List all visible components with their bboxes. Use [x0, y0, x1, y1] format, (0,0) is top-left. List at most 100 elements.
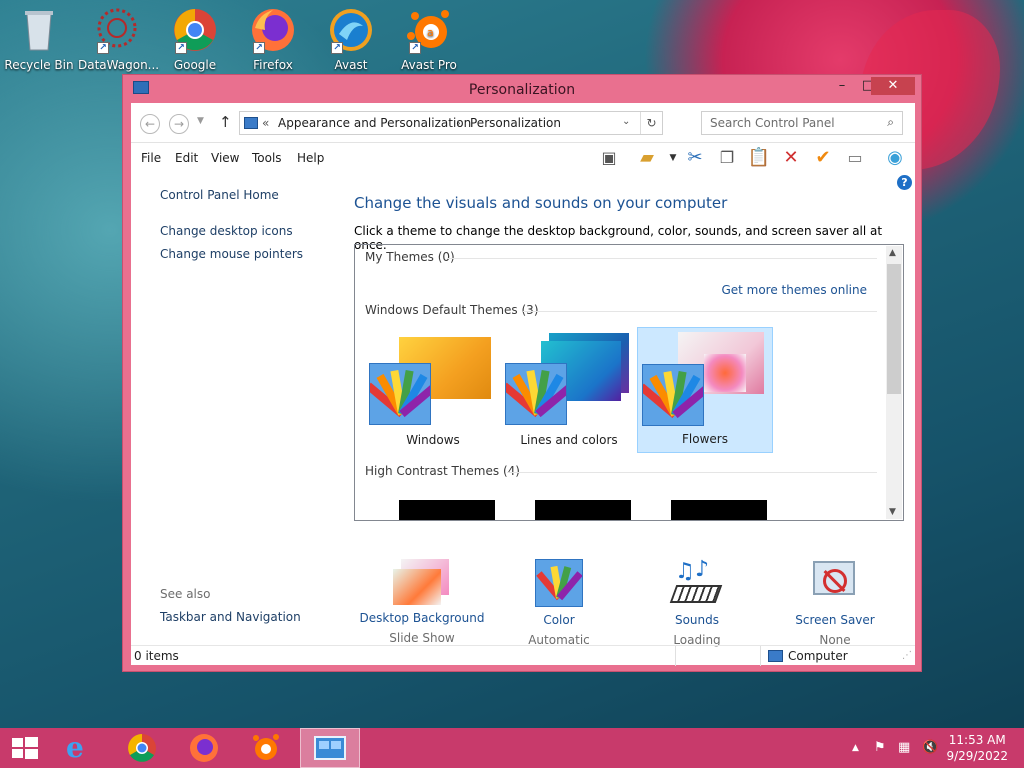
- theme-flowers[interactable]: Flowers: [637, 327, 773, 453]
- show-hidden-icons[interactable]: ▲: [852, 743, 859, 753]
- shortcut-arrow-icon: ↗: [97, 42, 109, 54]
- theme-caption: Windows: [406, 433, 460, 447]
- taskbar-navigation-link[interactable]: Taskbar and Navigation: [160, 610, 301, 624]
- high-contrast-header[interactable]: High Contrast Themes (4): [365, 464, 520, 478]
- resize-grip-icon[interactable]: ⋰: [902, 650, 912, 661]
- screen-saver-icon: [811, 559, 859, 607]
- firefox-icon: [190, 734, 218, 762]
- address-dropdown-icon[interactable]: ⌄: [622, 116, 630, 127]
- theme-lines-and-colors[interactable]: Lines and colors: [501, 327, 637, 453]
- clock-time: 11:53 AM: [948, 733, 1006, 747]
- address-bar[interactable]: « Appearance and Personalization › Perso…: [239, 111, 663, 135]
- breadcrumb-separator[interactable]: ›: [456, 116, 461, 130]
- title-bar[interactable]: Personalization – □ ✕: [123, 75, 921, 103]
- taskbar-avast[interactable]: [236, 728, 296, 768]
- shortcut-arrow-icon: ↗: [175, 42, 187, 54]
- desktop-icon-google[interactable]: ↗ Google: [156, 4, 234, 72]
- refresh-icon[interactable]: ↻: [640, 112, 662, 134]
- up-button[interactable]: ↑: [219, 113, 232, 131]
- scroll-thumb[interactable]: [887, 264, 901, 394]
- color-palette-icon: [535, 559, 583, 607]
- themes-scrollbar[interactable]: ▲ ▼: [886, 246, 902, 519]
- shortcut-arrow-icon: ↗: [253, 42, 265, 54]
- folder-options-dropdown-icon[interactable]: ▼: [661, 146, 685, 170]
- default-themes-header[interactable]: Windows Default Themes (3): [365, 303, 539, 317]
- menu-file[interactable]: File: [141, 151, 161, 165]
- search-icon[interactable]: ⌕: [887, 115, 894, 130]
- taskbar: e ▲ ⚑ ▦ 🔇 11:53 AM 9/29/2022: [0, 728, 1024, 768]
- taskbar-chrome[interactable]: [112, 728, 172, 768]
- breadcrumb-chevrons[interactable]: «: [262, 116, 269, 130]
- scroll-up-icon[interactable]: ▲: [889, 248, 896, 258]
- paste-icon[interactable]: 📋: [747, 146, 771, 170]
- cut-icon[interactable]: ✂: [683, 146, 707, 170]
- desktop-icon-recycle-bin[interactable]: Recycle Bin: [0, 4, 78, 72]
- windows-logo-icon: [12, 737, 38, 759]
- back-button[interactable]: ←: [140, 114, 160, 134]
- window-title: Personalization: [468, 82, 576, 98]
- properties-check-icon[interactable]: ✔: [811, 146, 835, 170]
- menu-view[interactable]: View: [211, 151, 239, 165]
- setting-label: Sounds: [674, 613, 720, 627]
- status-bar: 0 items Computer ⋰: [131, 645, 915, 666]
- get-more-themes-link[interactable]: Get more themes online: [721, 283, 867, 297]
- computer-icon: [768, 650, 783, 662]
- scroll-down-icon[interactable]: ▼: [889, 507, 896, 517]
- breadcrumb-personalization[interactable]: Personalization: [470, 116, 561, 130]
- my-themes-header[interactable]: My Themes (0): [365, 250, 455, 264]
- clock[interactable]: 11:53 AM 9/29/2022: [946, 732, 1008, 764]
- rename-icon[interactable]: ▭: [843, 146, 867, 170]
- action-center-flag-icon[interactable]: ⚑: [874, 740, 886, 755]
- forward-button[interactable]: →: [169, 114, 189, 134]
- layout-pane-icon[interactable]: ▣: [597, 146, 621, 170]
- delete-icon[interactable]: ✕: [779, 146, 803, 170]
- desktop-icon-label: Firefox: [253, 58, 293, 72]
- desktop-icon-label: DataWagon...: [78, 58, 160, 72]
- recent-pages-dropdown-icon[interactable]: ▼: [197, 116, 204, 126]
- themes-list: My Themes (0) Get more themes online Win…: [354, 244, 904, 521]
- desktop-icon-avast[interactable]: ↗ Avast: [312, 4, 390, 72]
- globe-icon[interactable]: ◉: [883, 146, 907, 170]
- avast-icon: ↗: [327, 6, 375, 54]
- theme-high-contrast-3[interactable]: [671, 500, 767, 520]
- minimize-button[interactable]: –: [829, 77, 855, 95]
- shortcut-arrow-icon: ↗: [331, 42, 343, 54]
- theme-high-contrast-2[interactable]: [535, 500, 631, 520]
- firefox-icon: ↗: [249, 6, 297, 54]
- search-box[interactable]: Search Control Panel ⌕: [701, 111, 903, 135]
- search-input[interactable]: Search Control Panel: [710, 116, 835, 130]
- copy-icon[interactable]: ❐: [715, 146, 739, 170]
- control-panel-home-link[interactable]: Control Panel Home: [160, 188, 279, 202]
- start-button[interactable]: [0, 728, 50, 768]
- theme-caption: Flowers: [682, 432, 728, 446]
- help-icon[interactable]: ?: [897, 175, 912, 190]
- close-button[interactable]: ✕: [871, 77, 915, 95]
- volume-muted-icon[interactable]: 🔇: [922, 740, 938, 755]
- desktop-icon-avast-pro[interactable]: a ↗ Avast Pro: [390, 4, 468, 72]
- change-mouse-pointers-link[interactable]: Change mouse pointers: [160, 247, 303, 261]
- window-client: ← → ▼ ↑ « Appearance and Personalization…: [131, 103, 915, 666]
- personalization-window: Personalization – □ ✕ ← → ▼ ↑ « Appearan…: [122, 74, 922, 672]
- flowers-wallpaper-thumb: [704, 354, 746, 392]
- network-icon[interactable]: ▦: [898, 740, 910, 755]
- menu-tools[interactable]: Tools: [252, 151, 282, 165]
- svg-text:a: a: [427, 26, 434, 39]
- desktop-icon-firefox[interactable]: ↗ Firefox: [234, 4, 312, 72]
- menu-help[interactable]: Help: [297, 151, 324, 165]
- theme-windows[interactable]: Windows: [365, 327, 501, 453]
- breadcrumb-appearance[interactable]: Appearance and Personalization: [278, 116, 471, 130]
- screen-saver-setting[interactable]: Screen Saver None: [765, 559, 905, 647]
- theme-high-contrast-1[interactable]: [399, 500, 495, 520]
- control-panel-icon: [244, 117, 258, 129]
- desktop-icon-datawagon[interactable]: ↗ DataWagon...: [78, 4, 160, 72]
- folder-options-icon[interactable]: ▰: [635, 146, 659, 170]
- datawagon-icon: ↗: [93, 6, 141, 54]
- taskbar-personalization[interactable]: [300, 728, 360, 768]
- sounds-setting[interactable]: ♫ ♪ Sounds Loading: [627, 557, 767, 647]
- color-setting[interactable]: Color Automatic: [489, 559, 629, 647]
- change-desktop-icons-link[interactable]: Change desktop icons: [160, 224, 293, 238]
- desktop-background-setting[interactable]: Desktop Background Slide Show: [352, 559, 492, 645]
- taskbar-internet-explorer[interactable]: e: [50, 728, 110, 768]
- menu-edit[interactable]: Edit: [175, 151, 198, 165]
- taskbar-firefox[interactable]: [174, 728, 234, 768]
